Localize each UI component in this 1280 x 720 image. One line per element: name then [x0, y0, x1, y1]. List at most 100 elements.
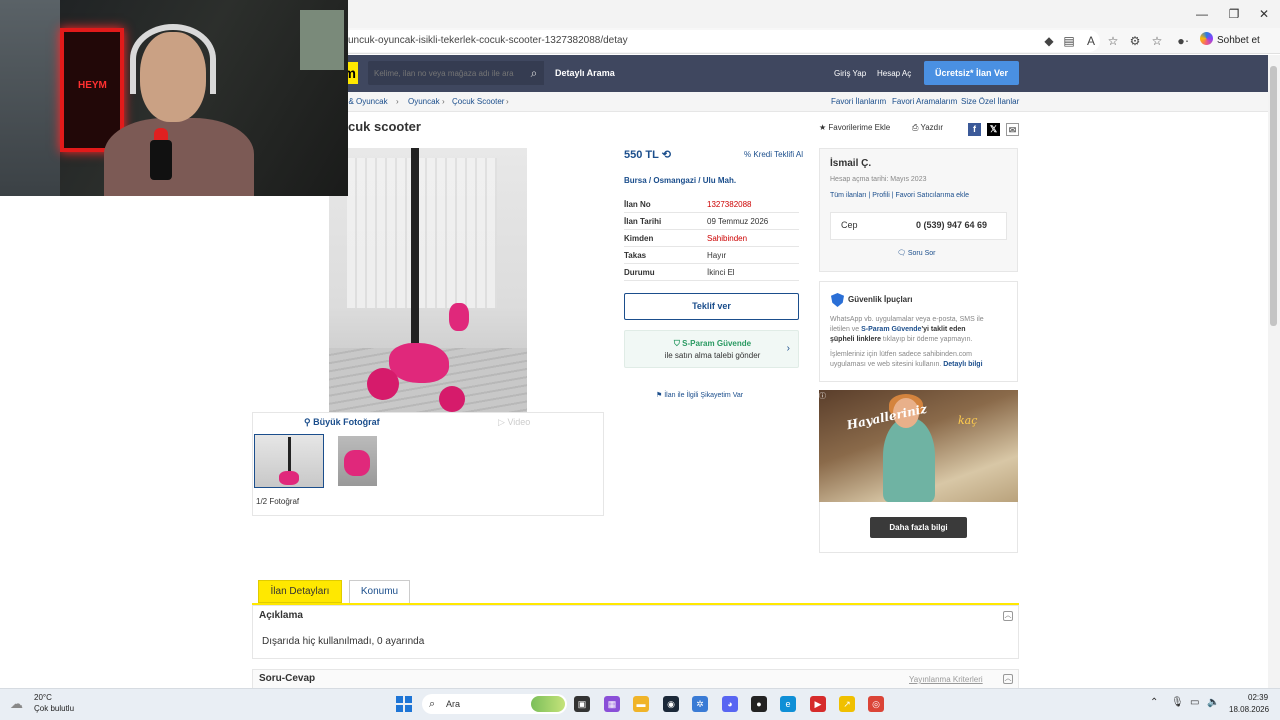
app-icon-red[interactable]: ▶: [810, 696, 826, 712]
discord-icon[interactable]: ◕: [722, 696, 738, 712]
translate-icon[interactable]: A: [1082, 32, 1100, 50]
complaint-link[interactable]: ⚑ İlan ile İlgili Şikayetim Var: [656, 391, 743, 399]
photo-thumbnail-2[interactable]: [338, 436, 377, 486]
webcam-neon-text: HEYM: [78, 80, 107, 91]
phone-number[interactable]: 0 (539) 947 64 69: [916, 220, 987, 230]
x-icon[interactable]: 𝕏: [987, 123, 1000, 136]
detail-value: Hayır: [707, 251, 727, 260]
chat-bubble-icon: 🗨: [897, 250, 906, 257]
settings-icon[interactable]: ✲: [692, 696, 708, 712]
tag-icon[interactable]: ◆: [1040, 32, 1058, 50]
taskbar-search[interactable]: ⌕ Ara: [422, 694, 567, 714]
favorite-star-icon[interactable]: ☆: [1104, 32, 1122, 50]
favorite-searches-link[interactable]: Favori Aramalarım: [892, 92, 957, 112]
favorite-add-link[interactable]: ★ Favorilerime Ekle: [819, 123, 890, 132]
copilot-chat-button[interactable]: Sohbet et: [1200, 32, 1260, 50]
publish-criteria-link[interactable]: Yayınlanma Kriterleri: [909, 675, 983, 684]
breadcrumb-item[interactable]: Çocuk Scooter: [452, 92, 504, 112]
detail-key: Durumu: [624, 268, 655, 277]
detail-row-swap: Takas Hayır: [624, 247, 799, 264]
minimize-icon[interactable]: —: [1188, 4, 1216, 24]
chrome-icon[interactable]: ◎: [868, 696, 884, 712]
microphone-icon[interactable]: 🎙: [1171, 697, 1184, 708]
make-offer-button[interactable]: Teklif ver: [624, 293, 799, 320]
file-explorer-icon[interactable]: ▬: [633, 696, 649, 712]
register-link[interactable]: Hesap Aç: [877, 55, 911, 92]
app-icon-yellow[interactable]: ↗: [839, 696, 855, 712]
volume-icon[interactable]: 🔈: [1207, 697, 1219, 708]
tab-listing-details[interactable]: İlan Detayları: [258, 580, 342, 603]
facebook-icon[interactable]: f: [968, 123, 981, 136]
steam-icon[interactable]: ◉: [663, 696, 679, 712]
task-view-icon[interactable]: ▣: [574, 696, 590, 712]
personal-listings-link[interactable]: Size Özel İlanlar: [961, 92, 1019, 112]
ad-person: [883, 418, 935, 502]
credit-offer-link[interactable]: % Kredi Teklifi Al: [744, 150, 803, 159]
location-district[interactable]: Osmangazi: [653, 176, 696, 185]
ask-question-link[interactable]: 🗨 Soru Sor: [897, 249, 935, 257]
network-icon[interactable]: ▭: [1190, 697, 1199, 708]
collapse-icon[interactable]: ︿: [1003, 674, 1013, 684]
reader-icon[interactable]: ▤: [1060, 32, 1078, 50]
photo-scooter-tail: [449, 303, 469, 331]
details-link[interactable]: Detaylı bilgi: [943, 361, 982, 368]
sparam-button[interactable]: ⛉ S-Param Güvende ile satın alma talebi …: [624, 330, 799, 368]
breadcrumb-separator: ›: [506, 97, 509, 106]
security-text: WhatsApp vb. uygulamalar veya e-posta, S…: [830, 316, 984, 323]
flag-icon: ⚑: [656, 392, 663, 399]
sparam-link[interactable]: S-Param Güvende: [861, 326, 921, 333]
location-neighborhood[interactable]: Ulu Mah.: [703, 176, 736, 185]
photo-radiator: [347, 158, 497, 308]
seller-links[interactable]: Tüm ilanları | Profili | Favori Satıcıla…: [830, 192, 969, 199]
collections-icon[interactable]: ☆: [1148, 32, 1166, 50]
close-icon[interactable]: ✕: [1250, 4, 1278, 24]
obs-icon[interactable]: ●: [751, 696, 767, 712]
login-link[interactable]: Giriş Yap: [834, 55, 866, 92]
security-paragraph-1: WhatsApp vb. uygulamalar veya e-posta, S…: [830, 315, 1010, 345]
edge-icon[interactable]: e: [780, 696, 796, 712]
weather-description[interactable]: Çok bulutlu: [34, 704, 74, 713]
extensions-icon[interactable]: ⚙: [1126, 32, 1144, 50]
detail-row-date: İlan Tarihi 09 Temmuz 2026: [624, 213, 799, 230]
print-link[interactable]: ⎙ Yazdır: [912, 123, 943, 133]
url-field[interactable]: uncuk-oyuncak-isikli-tekerlek-cocuk-scoo…: [340, 30, 1100, 52]
main-photo[interactable]: [329, 148, 527, 412]
ad-info-icon[interactable]: ⓘ: [819, 391, 829, 401]
big-photo-link[interactable]: ⚲ Büyük Fotoğraf: [304, 417, 380, 428]
ad-more-info-button[interactable]: Daha fazla bilgi: [870, 517, 967, 538]
weather-temperature[interactable]: 20°C: [34, 693, 52, 702]
search-icon[interactable]: ⌕: [522, 61, 546, 85]
more-menu-icon[interactable]: ⋯: [1174, 32, 1192, 50]
scrollbar-thumb[interactable]: [1270, 66, 1277, 326]
collapse-icon[interactable]: ︿: [1003, 611, 1013, 621]
clock-time[interactable]: 02:39: [1248, 693, 1268, 702]
cloud-icon[interactable]: ☁: [10, 696, 28, 711]
search-input[interactable]: [368, 61, 544, 85]
security-text: İşlemleriniz için lütfen sadece sahibind…: [830, 351, 973, 358]
price-history-icon[interactable]: ⟲: [662, 149, 671, 161]
tab-location[interactable]: Konumu: [349, 580, 410, 603]
windows-start-icon[interactable]: [396, 696, 412, 712]
security-text: iletilen ve: [830, 326, 860, 333]
app-icon-widgets[interactable]: ▦: [604, 696, 620, 712]
webcam-person-body: [104, 118, 254, 196]
photo-scooter-wheel: [439, 386, 465, 412]
location-city[interactable]: Bursa: [624, 176, 647, 185]
breadcrumb-item[interactable]: Oyuncak: [408, 92, 440, 112]
detail-value: İkinci El: [707, 268, 735, 277]
email-icon[interactable]: ✉: [1006, 123, 1019, 136]
video-label: Video: [507, 417, 531, 427]
post-ad-button[interactable]: Ücretsiz* İlan Ver: [924, 61, 1019, 85]
detailed-search-link[interactable]: Detaylı Arama: [555, 55, 615, 92]
favorite-listings-link[interactable]: Favori İlanlarım: [831, 92, 886, 112]
photo-thumbnail-1[interactable]: [254, 434, 324, 488]
photo-scooter-handle: [411, 148, 419, 373]
maximize-icon[interactable]: ❐: [1220, 4, 1248, 24]
clock-date[interactable]: 18.08.2026: [1229, 705, 1269, 714]
video-link: ▷ Video: [498, 417, 530, 428]
chevron-up-icon[interactable]: ⌃: [1150, 697, 1158, 708]
seller-name[interactable]: İsmail Ç.: [830, 158, 871, 169]
chat-label: Sohbet et: [1217, 35, 1260, 46]
shield-check-icon: ⛉: [673, 339, 680, 348]
detail-key: İlan No: [624, 200, 651, 209]
